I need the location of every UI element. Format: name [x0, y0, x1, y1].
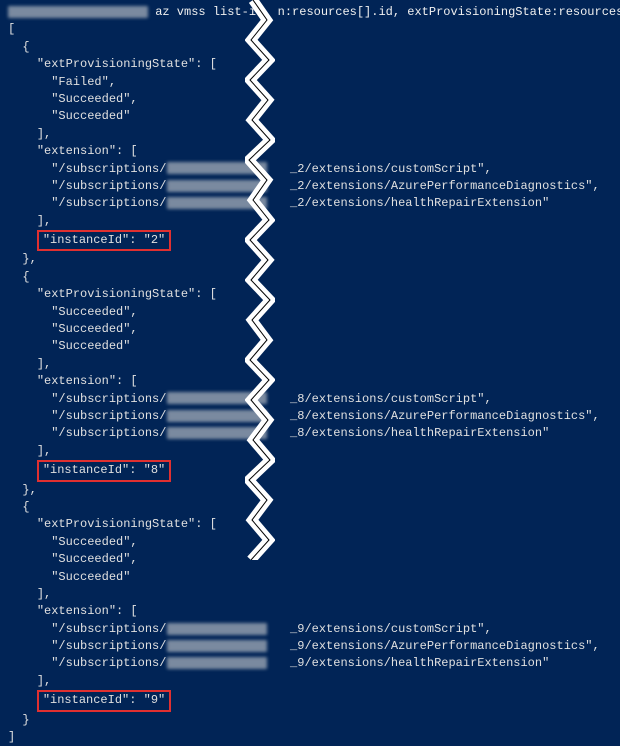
- extension-key: "extension": [: [8, 373, 612, 390]
- prompt-path-blur: [8, 6, 148, 18]
- status-line: "Succeeded",: [8, 304, 612, 321]
- extension-path: "/subscriptions/ _8/extensions/healthRep…: [8, 425, 612, 442]
- close-array: ],: [8, 356, 612, 373]
- instance-id-line: "instanceId": "9": [8, 690, 612, 711]
- brace-open: {: [8, 499, 612, 516]
- instance-id-highlight: "instanceId": "2": [37, 230, 171, 251]
- close-array: ],: [8, 213, 612, 230]
- close-array: ],: [8, 586, 612, 603]
- instance-id-line: "instanceId": "2": [8, 230, 612, 251]
- json-bracket-close: ]: [8, 729, 612, 746]
- status-line: "Succeeded": [8, 338, 612, 355]
- close-array: ],: [8, 443, 612, 460]
- extension-path: "/subscriptions/ _8/extensions/customScr…: [8, 391, 612, 408]
- extension-path: "/subscriptions/ _2/extensions/AzurePerf…: [8, 178, 612, 195]
- extension-key: "extension": [: [8, 143, 612, 160]
- brace-open: {: [8, 39, 612, 56]
- json-bracket-open: [: [8, 21, 612, 38]
- status-line: "Failed",: [8, 74, 612, 91]
- close-array: ],: [8, 673, 612, 690]
- status-line: "Succeeded": [8, 569, 612, 586]
- instance-id-line: "instanceId": "8": [8, 460, 612, 481]
- redacted-path: [167, 657, 267, 669]
- ext-prov-key: "extProvisioningState": [: [8, 516, 612, 533]
- brace-close: },: [8, 251, 612, 268]
- redacted-path: [167, 427, 267, 439]
- ext-prov-key: "extProvisioningState": [: [8, 286, 612, 303]
- instance-id-highlight: "instanceId": "9": [37, 690, 171, 711]
- redacted-path: [167, 410, 267, 422]
- redacted-path: [167, 623, 267, 635]
- redacted-path: [167, 197, 267, 209]
- extension-path: "/subscriptions/ _2/extensions/customScr…: [8, 161, 612, 178]
- status-line: "Succeeded",: [8, 534, 612, 551]
- terminal-output: az vmss list-i n:resources[].id, extProv…: [8, 4, 612, 746]
- extension-path: "/subscriptions/ _9/extensions/customScr…: [8, 621, 612, 638]
- command-text-1: az vmss list-i: [155, 5, 256, 19]
- command-text-2: n:resources[].id, extProvisioningState:r…: [278, 5, 620, 19]
- extension-path: "/subscriptions/ _8/extensions/AzurePerf…: [8, 408, 612, 425]
- extension-key: "extension": [: [8, 603, 612, 620]
- extension-path: "/subscriptions/ _9/extensions/AzurePerf…: [8, 638, 612, 655]
- prompt-line[interactable]: az vmss list-i n:resources[].id, extProv…: [8, 4, 612, 21]
- brace-close: },: [8, 482, 612, 499]
- status-line: "Succeeded": [8, 108, 612, 125]
- extension-path: "/subscriptions/ _9/extensions/healthRep…: [8, 655, 612, 672]
- status-line: "Succeeded",: [8, 321, 612, 338]
- brace-close: }: [8, 712, 612, 729]
- ext-prov-key: "extProvisioningState": [: [8, 56, 612, 73]
- redacted-path: [167, 392, 267, 404]
- instance-id-highlight: "instanceId": "8": [37, 460, 171, 481]
- redacted-path: [167, 640, 267, 652]
- status-line: "Succeeded",: [8, 91, 612, 108]
- redacted-path: [167, 162, 267, 174]
- redacted-path: [167, 180, 267, 192]
- extension-path: "/subscriptions/ _2/extensions/healthRep…: [8, 195, 612, 212]
- close-array: ],: [8, 126, 612, 143]
- brace-open: {: [8, 269, 612, 286]
